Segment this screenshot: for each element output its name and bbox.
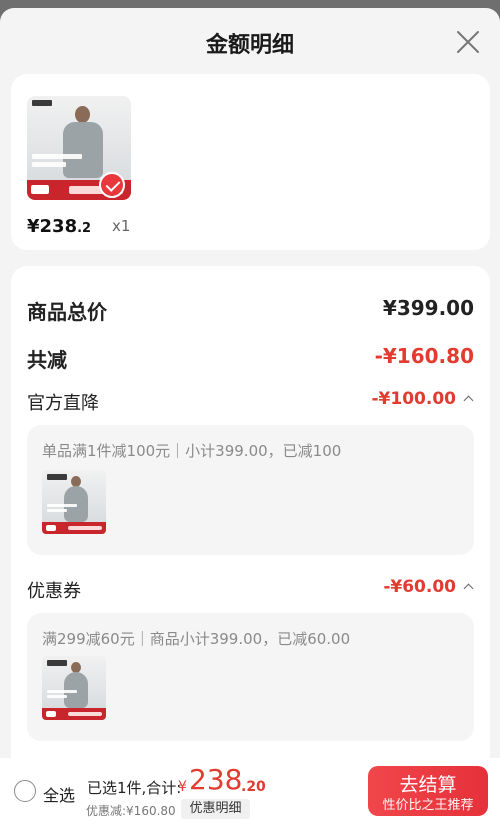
- total-reduction-label: 共减: [27, 348, 67, 372]
- total-amount: 238: [189, 763, 243, 796]
- product-card: ¥238.2 x1: [11, 74, 490, 250]
- product-selected-check-icon[interactable]: [99, 172, 125, 198]
- close-icon[interactable]: [456, 30, 480, 54]
- selected-count-text: 已选1件,合计:: [87, 779, 182, 797]
- total-price-label: 商品总价: [27, 300, 107, 324]
- product-quantity: x1: [112, 217, 131, 235]
- checkout-button[interactable]: 去结算 性价比之王推荐: [368, 766, 488, 816]
- select-all-radio[interactable]: [14, 780, 36, 802]
- discount-detail-button[interactable]: 优惠明细: [181, 799, 250, 819]
- checkout-button-sublabel: 性价比之王推荐: [382, 798, 474, 813]
- price-breakdown-card: 商品总价 ¥399.00 共减 -¥160.80 官方直降 -¥100.00 单…: [11, 266, 490, 825]
- checkout-button-label: 去结算: [399, 774, 457, 796]
- total-currency: ¥: [178, 779, 187, 795]
- discount-label: 优惠券: [27, 581, 81, 602]
- sheet-header: 金额明细: [0, 8, 500, 74]
- discount-product-image: [42, 656, 106, 720]
- discount-value: -¥100.00: [371, 389, 457, 409]
- checkout-bar: 全选 已选1件,合计: ¥ 238 .20 优惠减:¥160.80 优惠明细 去…: [0, 758, 500, 825]
- discount-summary: 优惠减:¥160.80: [86, 804, 176, 818]
- discount-desc: 满299减60元｜商品小计399.00，已减60.00: [42, 630, 351, 648]
- discount-desc: 单品满1件减100元｜小计399.00，已减100: [42, 442, 342, 460]
- total-reduction-value: -¥160.80: [374, 344, 474, 368]
- product-price: ¥238.2: [27, 216, 92, 237]
- discount-value: -¥60.00: [383, 577, 456, 597]
- discount-label: 官方直降: [27, 393, 99, 414]
- total-price-value: ¥399.00: [382, 296, 474, 320]
- select-all-label[interactable]: 全选: [43, 782, 75, 806]
- total-amount-decimal: .20: [241, 779, 266, 795]
- amount-detail-sheet: 金额明细 ¥238.2 x1 商品总价 ¥399.00 共减 -¥160.80 …: [0, 8, 500, 825]
- discount-detail-coupon: 满299减60元｜商品小计399.00，已减60.00: [27, 613, 474, 741]
- discount-detail-official: 单品满1件减100元｜小计399.00，已减100: [27, 425, 474, 555]
- discount-product-image: [42, 470, 106, 534]
- sheet-title: 金额明细: [205, 33, 294, 58]
